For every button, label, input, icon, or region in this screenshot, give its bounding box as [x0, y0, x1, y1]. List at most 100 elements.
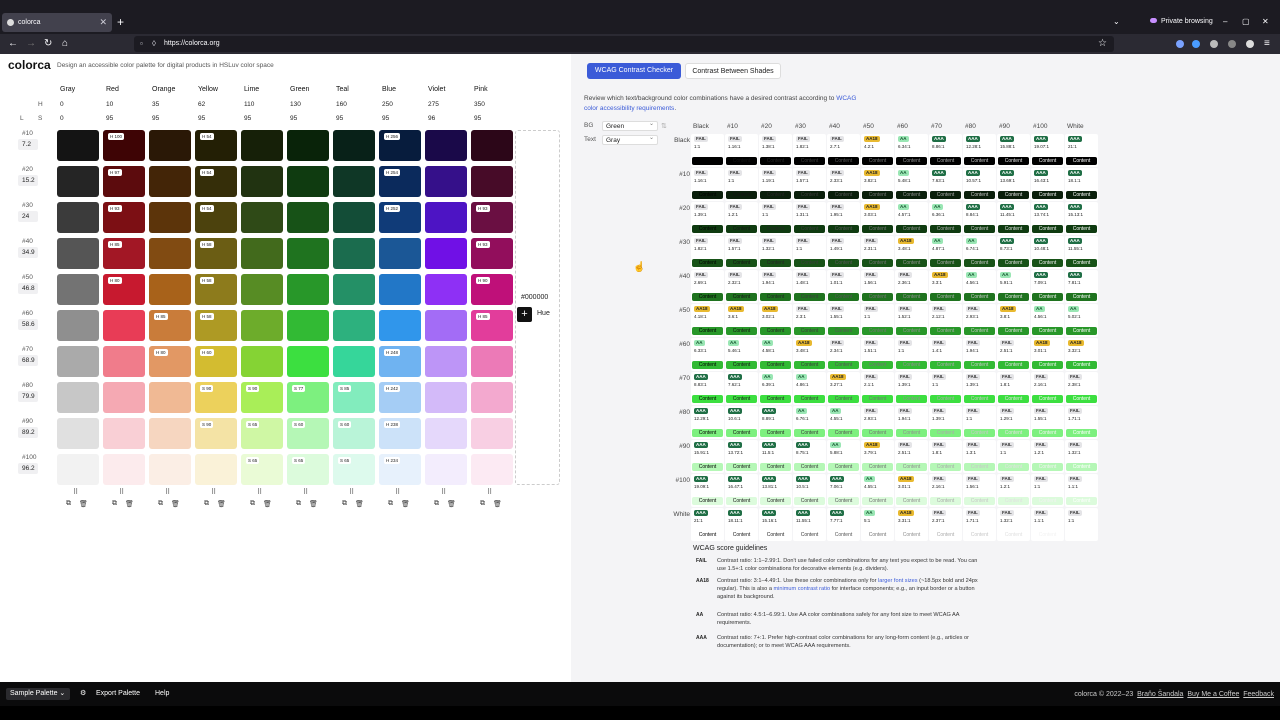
lightness-input[interactable]: 15.2	[18, 175, 38, 186]
footer-coffee-link[interactable]: Buy Me a Coffee	[1187, 691, 1239, 698]
contrast-cell[interactable]: FAIL 2.37:1 Content	[929, 508, 962, 541]
color-swatch[interactable]: S 77	[287, 382, 329, 413]
color-swatch[interactable]	[333, 310, 375, 341]
contrast-cell[interactable]: FAIL 1.32:1 Content	[759, 236, 792, 269]
contrast-cell[interactable]: FAIL 1.39:1 Content	[895, 372, 928, 405]
saturation-input[interactable]: 95	[198, 114, 236, 124]
color-swatch[interactable]	[379, 238, 421, 269]
contrast-cell[interactable]: AA 6.33:1 Content	[691, 338, 724, 371]
color-swatch[interactable]	[287, 310, 329, 341]
list-tabs-icon[interactable]: ⌄	[1113, 17, 1120, 26]
color-swatch[interactable]: H 58	[195, 310, 237, 341]
color-swatch[interactable]: H 100	[103, 130, 145, 161]
reload-icon[interactable]: ↻	[44, 38, 52, 50]
color-swatch[interactable]	[333, 274, 375, 305]
hue-input[interactable]: 275	[428, 100, 466, 110]
copy-icon[interactable]: ⧉	[66, 500, 71, 508]
contrast-cell[interactable]: AA 5.46:1 Content	[725, 338, 758, 371]
close-window-icon[interactable]: ✕	[1262, 17, 1269, 26]
contrast-cell[interactable]: AA 4.55:1 Content	[861, 474, 894, 507]
settings-gear-icon[interactable]: ⚙	[76, 688, 90, 700]
hue-input[interactable]: 250	[382, 100, 420, 110]
color-swatch[interactable]	[287, 130, 329, 161]
contrast-cell[interactable]: AAA 12.28:1 Content	[963, 134, 996, 167]
hue-input[interactable]: 350	[474, 100, 512, 110]
contrast-cell[interactable]: AAA 8.75:1 Content	[793, 440, 826, 473]
saturation-input[interactable]: 95	[106, 114, 144, 124]
tab-contrast-between-shades[interactable]: Contrast Between Shades	[685, 63, 781, 79]
contrast-cell[interactable]: AA18 3.01:1 Content	[895, 474, 928, 507]
color-swatch[interactable]: H 238	[379, 418, 421, 449]
color-swatch[interactable]: H 254	[379, 166, 421, 197]
contrast-cell[interactable]: AA18 3.79:1 Content	[861, 440, 894, 473]
extension-icon[interactable]	[1176, 40, 1184, 48]
contrast-cell[interactable]: FAIL 2.36:1 Content	[895, 270, 928, 303]
column-name-red[interactable]: Red	[106, 86, 119, 93]
color-swatch[interactable]	[103, 346, 145, 377]
contrast-cell[interactable]: FAIL 1:1 Content	[997, 440, 1030, 473]
contrast-cell[interactable]: AAA 11.55:1 Content	[793, 508, 826, 541]
color-swatch[interactable]: H 60	[195, 346, 237, 377]
color-swatch[interactable]	[241, 310, 283, 341]
contrast-cell[interactable]: FAIL 2.1:1 Content	[861, 372, 894, 405]
contrast-cell[interactable]: AA18 3.02:1 Content	[759, 304, 792, 337]
lightness-input[interactable]: 89.2	[18, 427, 38, 438]
contrast-cell[interactable]: FAIL 1.56:1 Content	[861, 270, 894, 303]
contrast-cell[interactable]: FAIL 1:1 Content	[1031, 474, 1064, 507]
contrast-cell[interactable]: AAA 19.07:1 Content	[1031, 134, 1064, 167]
color-swatch[interactable]: H 242	[379, 382, 421, 413]
color-swatch[interactable]	[57, 382, 99, 413]
reorder-handle-icon[interactable]: ⠿	[165, 488, 170, 496]
trash-icon[interactable]: 🗑	[217, 500, 226, 508]
lightness-input[interactable]: 24	[18, 211, 38, 222]
color-swatch[interactable]: S 65	[241, 418, 283, 449]
contrast-cell[interactable]: AA18 3.82:1 Content	[861, 168, 894, 201]
copy-icon[interactable]: ⧉	[250, 500, 255, 508]
color-swatch[interactable]	[241, 238, 283, 269]
color-swatch[interactable]: H 85	[149, 310, 191, 341]
trash-icon[interactable]: 🗑	[263, 500, 272, 508]
contrast-cell[interactable]: FAIL 1:1 Content	[895, 338, 928, 371]
contrast-cell[interactable]: AA 6.74:1 Content	[963, 236, 996, 269]
contrast-cell[interactable]: FAIL 1.29:1 Content	[997, 406, 1030, 439]
contrast-cell[interactable]: FAIL 1.39:1 Content	[963, 372, 996, 405]
color-swatch[interactable]	[57, 346, 99, 377]
color-swatch[interactable]	[57, 130, 99, 161]
contrast-cell[interactable]: AAA 8.89:1 Content	[759, 406, 792, 439]
column-name-green[interactable]: Green	[290, 86, 309, 93]
extension-icon[interactable]	[1246, 40, 1254, 48]
color-swatch[interactable]	[57, 274, 99, 305]
contrast-cell[interactable]: FAIL 1.2:1 Content	[1031, 440, 1064, 473]
color-swatch[interactable]: H 85	[103, 238, 145, 269]
hue-input[interactable]: 35	[152, 100, 190, 110]
extension-icon[interactable]	[1228, 40, 1236, 48]
contrast-cell[interactable]: AA18 3.31:1 Content	[895, 508, 928, 541]
color-swatch[interactable]	[195, 454, 237, 485]
trash-icon[interactable]: 🗑	[447, 500, 456, 508]
contrast-cell[interactable]: AAA 16.47:1 Content	[725, 474, 758, 507]
contrast-cell[interactable]: FAIL 1.3:1 Content	[963, 440, 996, 473]
color-swatch[interactable]: H 90	[471, 274, 513, 305]
contrast-cell[interactable]: AAA 7.77:1 Content	[827, 508, 860, 541]
reorder-handle-icon[interactable]: ⠿	[257, 488, 262, 496]
color-swatch[interactable]: S 65	[241, 454, 283, 485]
contrast-cell[interactable]: AAA 15.91:1 Content	[691, 440, 724, 473]
contrast-cell[interactable]: FAIL 1.39:1 Content	[929, 406, 962, 439]
contrast-cell[interactable]: FAIL 1.2:1 Content	[725, 202, 758, 235]
color-swatch[interactable]	[287, 274, 329, 305]
contrast-cell[interactable]: FAIL 1.39:1 Content	[691, 202, 724, 235]
contrast-cell[interactable]: AA 6.36:1 Content	[929, 202, 962, 235]
back-icon[interactable]: ←	[8, 38, 18, 50]
color-swatch[interactable]	[149, 274, 191, 305]
trash-icon[interactable]: 🗑	[401, 500, 410, 508]
color-swatch[interactable]: S 90	[195, 418, 237, 449]
color-swatch[interactable]	[149, 238, 191, 269]
close-tab-icon[interactable]: ✕	[99, 13, 107, 32]
color-swatch[interactable]: H 93	[471, 202, 513, 233]
contrast-cell[interactable]: AAA 18.11:1 Content	[725, 508, 758, 541]
bookmark-star-icon[interactable]: ☆	[1098, 38, 1107, 50]
contrast-cell[interactable]: AA18 3.6:1 Content	[725, 304, 758, 337]
color-swatch[interactable]	[425, 130, 467, 161]
contrast-cell[interactable]: AAA 11.5:1 Content	[759, 440, 792, 473]
contrast-cell[interactable]: AAA 8.73:1 Content	[997, 236, 1030, 269]
